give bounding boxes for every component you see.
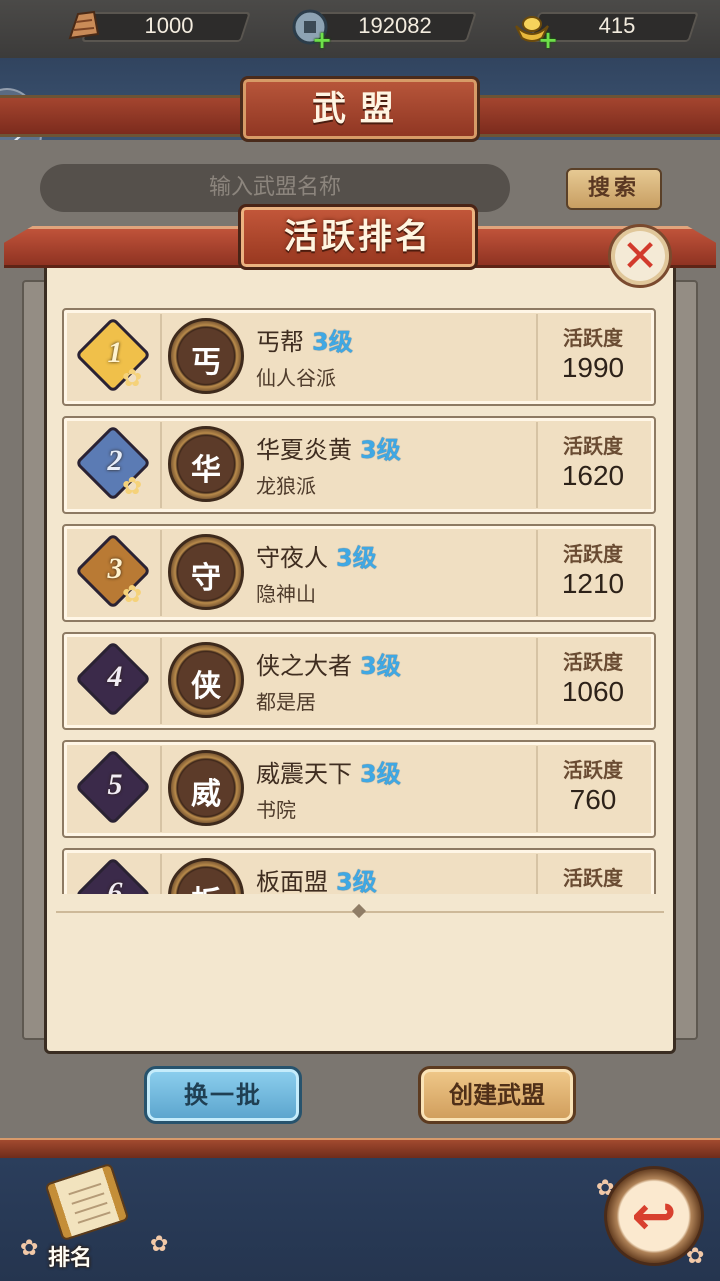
resource-copper-coin-value: 192082 (358, 13, 432, 38)
rank-number: 1 (107, 336, 123, 369)
blossom-icon: ✿ (20, 1236, 39, 1261)
guild-level: 3级 (336, 868, 377, 894)
rank-number: 6 (107, 876, 123, 894)
scroll-icon (44, 1162, 130, 1242)
guild-sect: 隐神山 (256, 582, 316, 606)
guild-sect: 书院 (256, 798, 296, 822)
score-cell: 活跃度 760 (536, 746, 650, 832)
guild-name-line: 华夏炎黄 3级 (256, 430, 401, 465)
rank-cell: 5 (68, 746, 162, 832)
rank-nav-label: 排名 (48, 1246, 93, 1271)
modal-title: 活跃排名 (238, 204, 478, 270)
ranking-row[interactable]: 3 ✿ 守 守夜人 3级 隐神山 活跃度 1210 (62, 524, 656, 622)
close-button[interactable]: ✕ (608, 224, 672, 288)
rank-number: 2 (107, 444, 123, 477)
guild-name: 丐帮 (256, 328, 304, 356)
guild-emblem-char: 板 (171, 877, 241, 894)
guild-emblem-char: 侠 (191, 669, 221, 704)
guild-emblem: 丐 (168, 318, 244, 394)
guild-emblem: 侠 (168, 642, 244, 718)
rank-cell: 4 (68, 638, 162, 724)
guild-emblem-char: 威 (191, 777, 221, 812)
close-x-icon: ✕ (621, 231, 659, 282)
ranking-list[interactable]: 1 ✿ 丐 丐帮 3级 仙人谷派 活跃度 1990 2 ✿ 华 华夏炎黄 3级 … (62, 300, 658, 894)
flower-icon: ✿ (122, 472, 143, 500)
activity-label: 活跃度 (563, 866, 623, 890)
rank-number: 5 (107, 768, 123, 801)
guild-emblem: 守 (168, 534, 244, 610)
activity-value: 1210 (561, 568, 625, 599)
guild-name-line: 守夜人 3级 (256, 538, 377, 573)
activity-label: 活跃度 (563, 326, 623, 350)
create-guild-button[interactable]: 创建武盟 (418, 1066, 576, 1124)
guild-emblem: 华 (168, 426, 244, 502)
activity-value: 1990 (561, 352, 625, 383)
resource-gold-ingot-value: 415 (598, 13, 636, 38)
guild-name: 守夜人 (256, 544, 328, 572)
guild-emblem-char: 丐 (191, 345, 221, 380)
rank-cell: 3 ✿ (68, 530, 162, 616)
guild-name: 侠之大者 (256, 652, 352, 680)
score-cell: 活跃度 (536, 854, 650, 894)
bottom-trim (0, 1138, 720, 1158)
guild-level: 3级 (336, 544, 377, 572)
rank-nav-button[interactable]: 排名 (30, 1162, 130, 1274)
activity-value: 1620 (561, 460, 625, 491)
guild-level: 3级 (360, 652, 401, 680)
score-cell: 活跃度 1620 (536, 422, 650, 508)
guild-name-line: 丐帮 3级 (256, 322, 353, 357)
activity-label: 活跃度 (563, 650, 623, 674)
back-arrow-icon: ↩ (631, 1184, 677, 1247)
guild-emblem: 板 (168, 858, 244, 894)
guild-level: 3级 (312, 328, 353, 356)
guild-name-line: 侠之大者 3级 (256, 646, 401, 681)
activity-value: 760 (569, 784, 617, 815)
activity-label: 活跃度 (563, 542, 623, 566)
flower-icon: ✿ (122, 580, 143, 608)
guild-name-line: 板面盟 3级 (256, 862, 377, 894)
rank-cell: 6 (68, 854, 162, 894)
rank-number: 4 (107, 660, 123, 693)
guild-name: 华夏炎黄 (256, 436, 352, 464)
guild-emblem: 威 (168, 750, 244, 826)
score-cell: 活跃度 1060 (536, 638, 650, 724)
search-button[interactable]: 搜索 (566, 168, 662, 210)
guild-name-line: 威震天下 3级 (256, 754, 401, 789)
guild-sect: 仙人谷派 (256, 366, 336, 390)
guild-name: 板面盟 (256, 868, 328, 894)
guild-sect: 龙狼派 (256, 474, 316, 498)
ranking-row[interactable]: 1 ✿ 丐 丐帮 3级 仙人谷派 活跃度 1990 (62, 308, 656, 406)
back-button[interactable]: ↩ (604, 1166, 704, 1266)
page-title: 武盟 (240, 76, 480, 142)
activity-label: 活跃度 (563, 434, 623, 458)
resource-bar: 1000 + 192082 + 415 (0, 0, 720, 58)
score-cell: 活跃度 1210 (536, 530, 650, 616)
guild-emblem-char: 华 (191, 453, 221, 488)
flower-icon: ✿ (122, 364, 143, 392)
ranking-row[interactable]: 4 侠 侠之大者 3级 都是居 活跃度 1060 (62, 632, 656, 730)
guild-level: 3级 (360, 760, 401, 788)
guild-level: 3级 (360, 436, 401, 464)
activity-label: 活跃度 (563, 758, 623, 782)
resource-scroll-token-value: 1000 (144, 13, 194, 38)
score-cell: 活跃度 1990 (536, 314, 650, 400)
activity-value: 1060 (561, 676, 625, 707)
ranking-row[interactable]: 5 威 威震天下 3级 书院 活跃度 760 (62, 740, 656, 838)
rank-cell: 1 ✿ (68, 314, 162, 400)
ranking-row[interactable]: 2 ✿ 华 华夏炎黄 3级 龙狼派 活跃度 1620 (62, 416, 656, 514)
refresh-button[interactable]: 换一批 (144, 1066, 302, 1124)
rank-cell: 2 ✿ (68, 422, 162, 508)
ranking-row[interactable]: 6 板 板面盟 3级 活跃度 (62, 848, 656, 894)
guild-emblem-char: 守 (191, 561, 221, 596)
rank-number: 3 (107, 552, 123, 585)
guild-name: 威震天下 (256, 760, 352, 788)
guild-sect: 都是居 (256, 690, 316, 714)
blossom-icon: ✿ (150, 1232, 169, 1257)
